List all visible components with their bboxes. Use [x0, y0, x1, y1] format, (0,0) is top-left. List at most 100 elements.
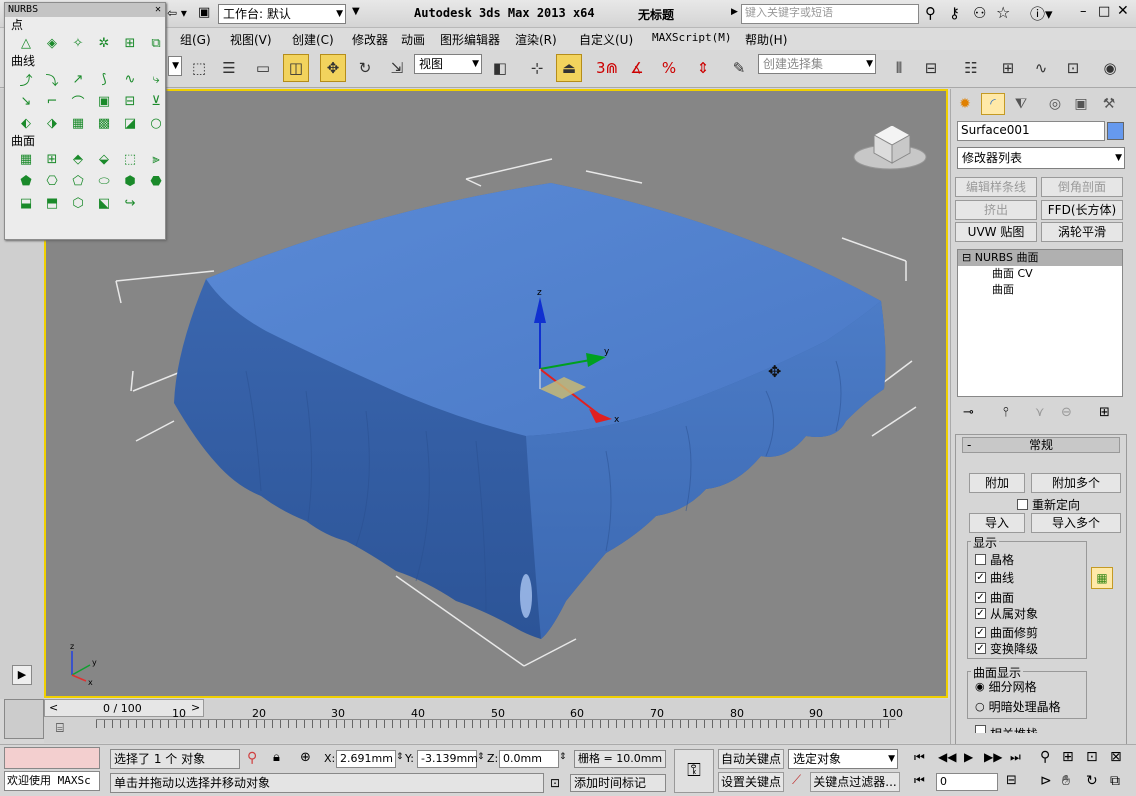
y-coord-field[interactable]: -3.139mm	[417, 750, 478, 768]
pin-stack-icon[interactable]: ⊸	[963, 405, 974, 420]
offset-on-surface-icon[interactable]: ▩	[93, 113, 115, 133]
y-spinner-icon[interactable]: ⇕	[477, 752, 485, 762]
point-on-surface-icon[interactable]: ▦	[67, 113, 89, 133]
ruled-surface-icon[interactable]: ⬠	[67, 171, 89, 191]
close-icon[interactable]: ✕	[1117, 3, 1129, 19]
star-icon[interactable]: ☆	[996, 3, 1010, 22]
workspace-dropdown[interactable]: 工作台: 默认 ▼	[218, 4, 346, 24]
object-name-field[interactable]: Surface001	[957, 121, 1105, 141]
set-key-button[interactable]: 设置关键点	[718, 772, 784, 792]
offset-surface-icon[interactable]: ⬚	[119, 149, 141, 169]
cv-on-surface-icon[interactable]: ⬗	[41, 113, 63, 133]
create-tab-icon[interactable]: ✹	[953, 93, 977, 115]
stack-item-nurbs[interactable]: ⊟ NURBS 曲面	[958, 250, 1122, 266]
play-expand-icon[interactable]: ▶	[12, 665, 32, 685]
curve-editor-toggle-icon[interactable]: ⌸	[56, 721, 64, 736]
time-tag-icon[interactable]: ⊡	[550, 776, 560, 790]
key-mode-dropdown[interactable]: 选定对象 ▼	[788, 749, 898, 769]
bevel-profile-button[interactable]: 倒角剖面	[1041, 177, 1123, 197]
menu-customize[interactable]: 自定义(U)	[579, 31, 633, 48]
key-icon[interactable]: ⚷	[949, 4, 960, 22]
menu-maxscript[interactable]: MAXScript(M)	[652, 31, 731, 44]
angle-snap-icon[interactable]: ∡	[624, 54, 650, 82]
z-coord-field[interactable]: 0.0mm	[499, 750, 559, 768]
z-spinner-icon[interactable]: ⇕	[559, 752, 567, 762]
surfaces-checkbox[interactable]: ✓ 曲面	[975, 589, 1014, 606]
surface-curve-icon[interactable]: ▣	[93, 91, 115, 111]
time-next-icon[interactable]: >	[191, 701, 200, 714]
mini-curve-editor-button[interactable]	[4, 699, 44, 739]
two-rail-sweep-icon[interactable]: ⬒	[41, 193, 63, 213]
current-frame-field[interactable]: 0	[936, 773, 998, 791]
spinner-snap-icon[interactable]: ⇕	[690, 54, 716, 82]
surf-curve-point-icon[interactable]: ⧉	[145, 33, 167, 53]
mirror-curve-icon[interactable]: ↘	[15, 91, 37, 111]
search-input[interactable]: 键入关键字或短语	[741, 4, 919, 24]
reorient-checkbox[interactable]: 重新定向	[1017, 496, 1080, 513]
mirror-icon[interactable]: ⫴	[886, 54, 912, 82]
zoom-extents-all-icon[interactable]: ⊠	[1110, 749, 1122, 765]
edit-spline-button[interactable]: 编辑样条线	[955, 177, 1037, 197]
window-crossing-icon[interactable]: ◫	[283, 54, 309, 82]
modify-tab-icon[interactable]: ◜	[981, 93, 1005, 115]
curve-curve-point-icon[interactable]: ✲	[93, 33, 115, 53]
curves-checkbox[interactable]: ✓ 曲线	[975, 569, 1014, 586]
time-prev-icon[interactable]: <	[49, 701, 58, 714]
orbit-icon[interactable]: ↻	[1086, 773, 1098, 789]
keyboard-shortcut-icon[interactable]: ⏏	[556, 54, 582, 82]
lock-selection-icon[interactable]: 🔒︎	[273, 750, 280, 765]
stack-item-surface[interactable]: 曲面	[958, 282, 1122, 298]
shaded-lattice-radio[interactable]: ○ 明暗处理晶格	[975, 698, 1061, 715]
offset-curve-icon[interactable]: ⤷	[145, 69, 167, 89]
surface-circle-icon[interactable]: ○	[145, 113, 167, 133]
pivot-center-icon[interactable]: ◧	[487, 54, 513, 82]
perspective-viewport[interactable]: z y x z y x ✥	[44, 89, 948, 698]
fov-icon[interactable]: ⊳	[1040, 773, 1052, 789]
select-rotate-icon[interactable]: ↻	[352, 54, 378, 82]
related-stack-checkbox[interactable]: 相关堆栈	[975, 725, 1038, 733]
rail-sweep-icon[interactable]: ⬓	[15, 193, 37, 213]
absolute-mode-icon[interactable]: ⊕	[300, 750, 311, 765]
transform-surface-icon[interactable]: ⬘	[67, 149, 89, 169]
attach-multiple-button[interactable]: 附加多个	[1031, 473, 1121, 493]
lattice-checkbox[interactable]: 晶格	[975, 551, 1014, 568]
select-object-icon[interactable]: ⬚	[186, 54, 212, 82]
menu-create[interactable]: 创建(C)	[292, 31, 334, 48]
transform-curve-icon[interactable]: ⟆	[93, 69, 115, 89]
blend-surface-icon[interactable]: ⬙	[93, 149, 115, 169]
time-config-icon[interactable]: ⊟	[1006, 773, 1017, 788]
vector-curve-icon[interactable]: ⬖	[15, 113, 37, 133]
isolate-selection-icon[interactable]: ⚲	[247, 750, 257, 766]
lathe-surface-icon[interactable]: ⎔	[41, 171, 63, 191]
remove-modifier-icon[interactable]: ⊖	[1061, 405, 1072, 420]
configure-sets-icon[interactable]: ⊞	[1099, 405, 1110, 420]
prev-frame-icon[interactable]: ◀◀	[938, 750, 956, 764]
iso-curve-icon[interactable]: ⊟	[119, 91, 141, 111]
surface-point-icon[interactable]: ⊞	[119, 33, 141, 53]
rect-selection-icon[interactable]: ▭	[250, 54, 276, 82]
user-icon[interactable]: ⚇	[973, 4, 986, 22]
percent-snap-icon[interactable]: %	[656, 54, 682, 82]
multi-blend-icon[interactable]: ⬡	[67, 193, 89, 213]
mirror-surface-icon[interactable]: ⫸	[145, 149, 167, 169]
fit-curve-icon[interactable]: ↗	[67, 69, 89, 89]
offset-point-icon[interactable]: ◈	[41, 33, 63, 53]
motion-tab-icon[interactable]: ◎	[1043, 93, 1067, 115]
point-surface-icon[interactable]: ⊞	[41, 149, 63, 169]
u-loft-icon[interactable]: ⬢	[119, 171, 141, 191]
menu-view[interactable]: 视图(V)	[230, 31, 272, 48]
reference-coord-dropdown[interactable]: 视图 ▼	[414, 54, 482, 74]
utilities-tab-icon[interactable]: ⚒	[1097, 93, 1121, 115]
fillet-surface-icon[interactable]: ↪	[119, 193, 141, 213]
goto-start-icon[interactable]: ⏮	[914, 750, 925, 765]
modifier-list-dropdown[interactable]: 修改器列表 ▼	[957, 147, 1125, 169]
schematic-view-icon[interactable]: ⊡	[1060, 54, 1086, 82]
named-selection-icon[interactable]: ✎	[726, 54, 752, 82]
snap-toggle-icon[interactable]: 3 ⋒	[594, 54, 620, 82]
select-scale-icon[interactable]: ⇲	[384, 54, 410, 82]
menu-rendering[interactable]: 渲染(R)	[515, 31, 557, 48]
make-unique-icon[interactable]: ⋎	[1035, 405, 1045, 420]
transform-degrade-checkbox[interactable]: ✓ 变换降级	[975, 640, 1038, 657]
show-end-result-icon[interactable]: ⫯	[1003, 405, 1009, 420]
surface-edge-icon[interactable]: ◪	[119, 113, 141, 133]
